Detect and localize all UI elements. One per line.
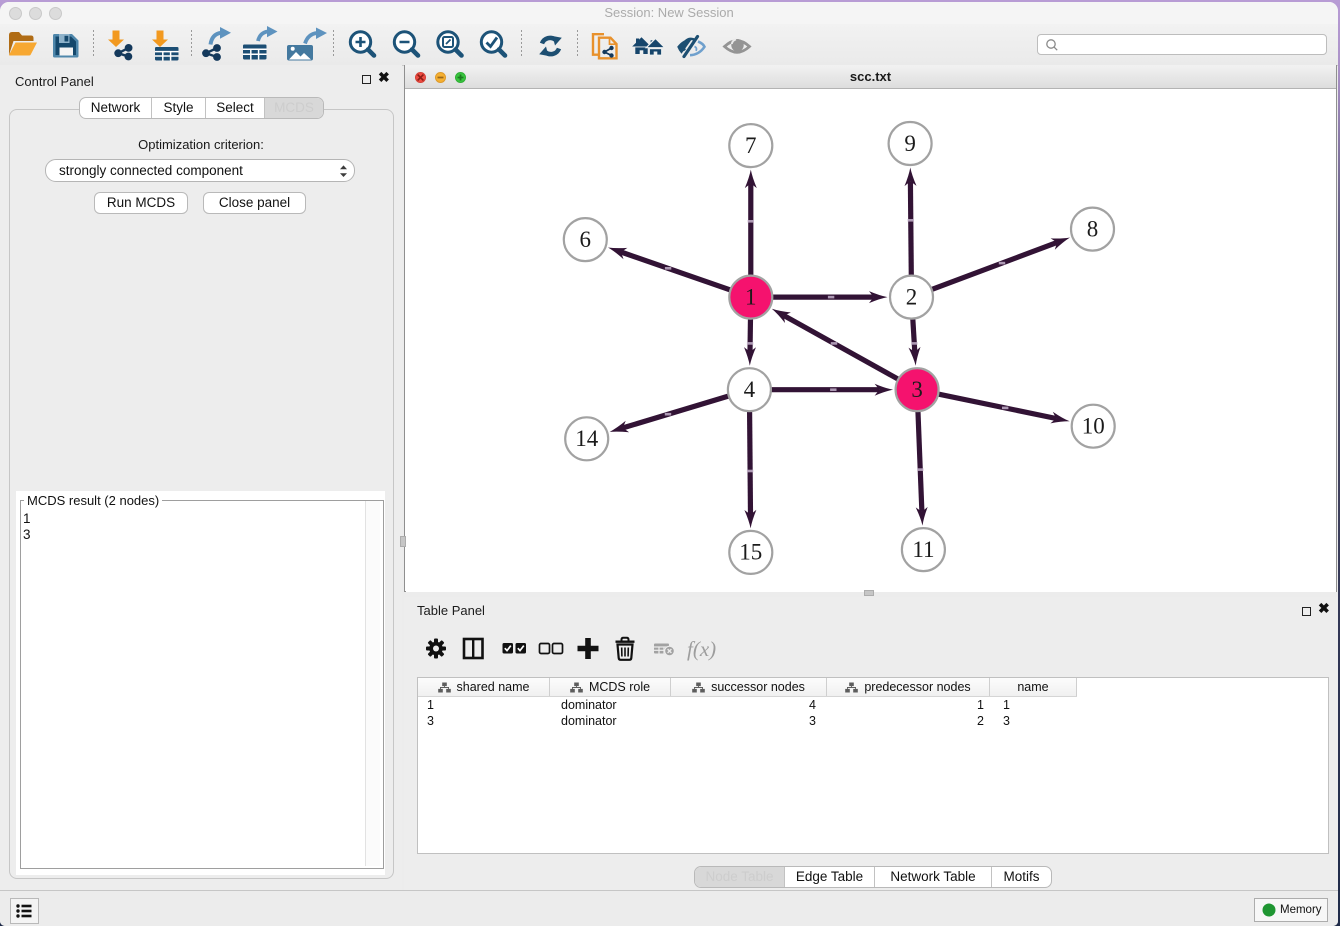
svg-text:4: 4 [744, 377, 756, 402]
svg-text:8: 8 [1087, 216, 1099, 241]
svg-text:9: 9 [904, 131, 916, 156]
svg-text:3: 3 [911, 377, 923, 402]
svg-text:14: 14 [575, 426, 599, 451]
svg-text:2: 2 [906, 284, 918, 309]
svg-text:6: 6 [580, 227, 592, 252]
svg-text:7: 7 [745, 133, 757, 158]
svg-text:11: 11 [912, 537, 934, 562]
svg-text:10: 10 [1082, 414, 1105, 439]
svg-text:f(x): f(x) [687, 637, 716, 661]
svg-text:15: 15 [739, 540, 762, 565]
svg-text:1: 1 [745, 284, 757, 309]
